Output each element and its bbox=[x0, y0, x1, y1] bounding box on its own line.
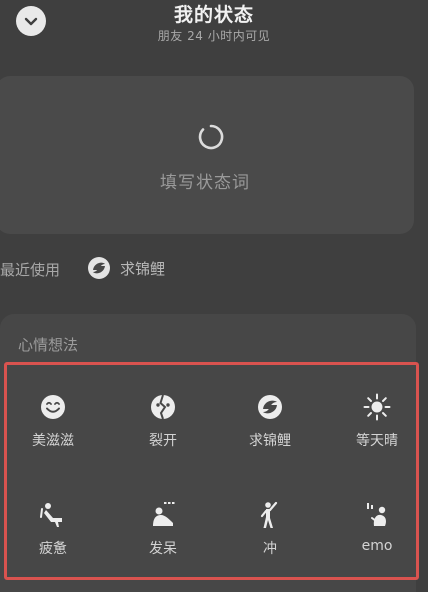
mood-item-fadai[interactable]: 发呆 bbox=[118, 500, 208, 570]
refresh-spinner-icon bbox=[198, 124, 224, 150]
mood-item-qiujinli[interactable]: 求锦鲤 bbox=[225, 392, 315, 462]
mood-item-liekai[interactable]: 裂开 bbox=[118, 392, 208, 462]
mood-item-label: 发呆 bbox=[149, 541, 177, 557]
smiley-face-icon bbox=[41, 395, 65, 419]
status-input-card[interactable]: 填写状态词 bbox=[0, 76, 414, 234]
header: 我的状态 朋友 24 小时内可见 bbox=[0, 0, 428, 60]
page-title: 我的状态 bbox=[173, 4, 254, 26]
mood-item-label: 等天晴 bbox=[356, 433, 398, 449]
page-subtitle: 朋友 24 小时内可见 bbox=[157, 29, 271, 43]
mood-section-label: 心情想法 bbox=[18, 336, 79, 354]
recent-item-koi[interactable]: 求锦鲤 bbox=[86, 255, 165, 281]
recent-label: 最近使用 bbox=[0, 261, 61, 279]
tired-person-icon bbox=[40, 503, 62, 527]
mood-item-label: 求锦鲤 bbox=[249, 433, 291, 449]
mood-item-label: 裂开 bbox=[149, 433, 177, 449]
mood-item-label: 冲 bbox=[263, 541, 277, 557]
mood-item-label: 美滋滋 bbox=[32, 433, 74, 449]
koi-fish-icon bbox=[88, 257, 110, 279]
status-placeholder: 填写状态词 bbox=[160, 173, 250, 193]
daydream-person-icon bbox=[153, 502, 175, 526]
mood-item-label: emo bbox=[361, 538, 393, 554]
cracked-face-icon bbox=[151, 394, 175, 420]
mood-item-emo[interactable]: emo bbox=[332, 500, 422, 570]
emo-person-icon bbox=[367, 503, 386, 526]
koi-fish-icon bbox=[258, 395, 282, 419]
mood-item-pibei[interactable]: 疲惫 bbox=[8, 500, 98, 570]
mood-item-dengtianqing[interactable]: 等天晴 bbox=[332, 392, 422, 462]
mood-item-chong[interactable]: 冲 bbox=[225, 500, 315, 570]
recent-item-label: 求锦鲤 bbox=[120, 259, 166, 278]
rush-person-icon bbox=[260, 501, 278, 528]
mood-item-label: 疲惫 bbox=[39, 541, 67, 557]
sun-icon bbox=[363, 393, 391, 421]
mood-item-meizizi[interactable]: 美滋滋 bbox=[8, 392, 98, 462]
